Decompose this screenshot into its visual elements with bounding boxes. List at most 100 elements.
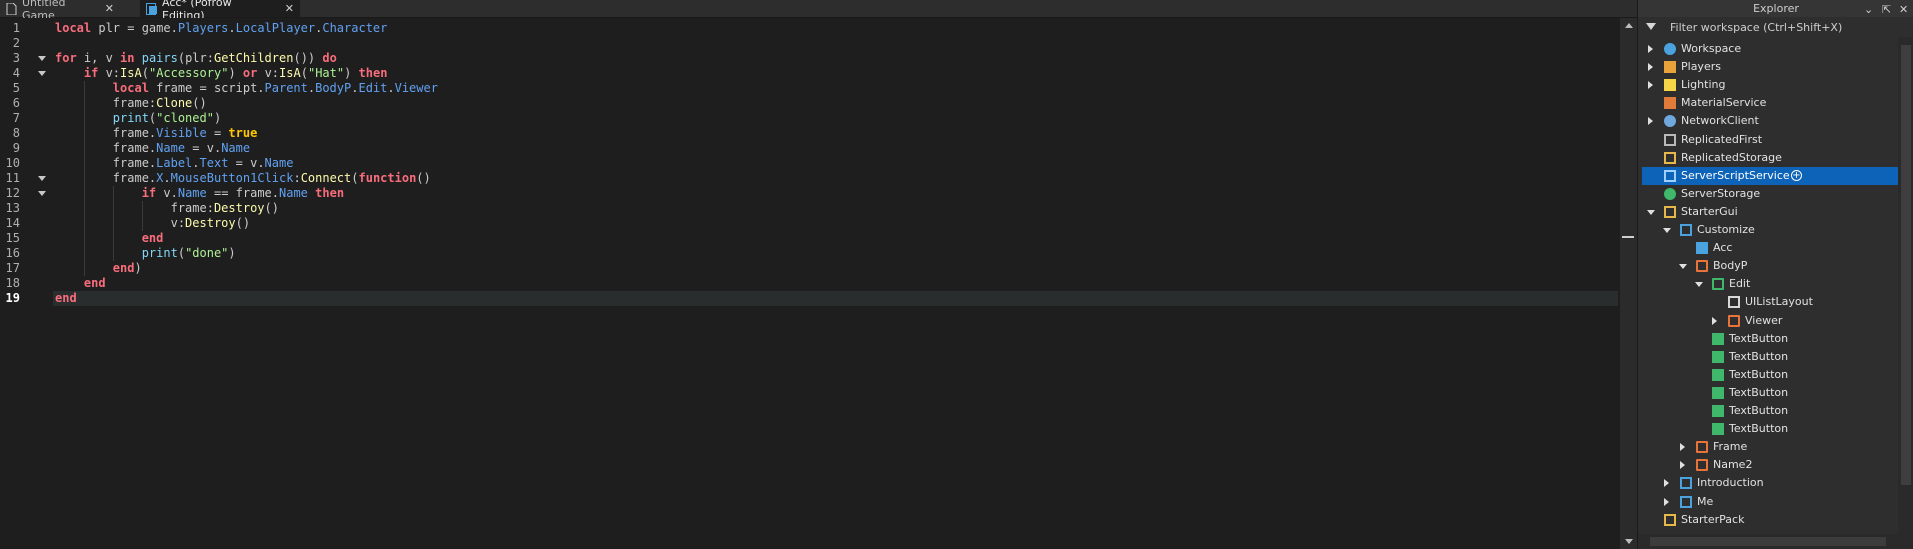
code-line[interactable]: local frame = script.Parent.BodyP.Edit.V…: [55, 81, 438, 96]
chevron-down-icon[interactable]: [1695, 282, 1703, 287]
explorer-item-label: ReplicatedStorage: [1681, 151, 1782, 164]
chevron-down-icon[interactable]: [1679, 264, 1687, 269]
code-line[interactable]: frame.X.MouseButton1Click:Connect(functi…: [55, 171, 431, 186]
chevron-right-icon[interactable]: [1648, 81, 1653, 89]
explorer-item-networkclient[interactable]: NetworkClient: [1638, 112, 1898, 130]
explorer-item-textbutton[interactable]: TextButton: [1638, 366, 1898, 384]
code-line[interactable]: frame.Label.Text = v.Name: [55, 156, 294, 171]
explorer-item-uilistlayout[interactable]: UIListLayout: [1638, 293, 1898, 311]
explorer-item-bodyp[interactable]: BodyP: [1638, 257, 1898, 275]
close-panel-icon[interactable]: ✕: [1899, 1, 1908, 18]
text-button-icon: [1712, 387, 1724, 399]
chevron-right-icon[interactable]: [1664, 479, 1669, 487]
script-icon: [146, 2, 157, 15]
code-token: (: [177, 246, 186, 260]
script-editor[interactable]: 1 2 3 4 5 6 7 8 9 10 11 12 13 14 15 16 17 18 19 local plr …: [0, 18, 1620, 549]
code-token: GetChildren: [213, 51, 294, 65]
explorer-item-textbutton[interactable]: TextButton: [1638, 348, 1898, 366]
explorer-item-name2[interactable]: Name2: [1638, 456, 1898, 474]
filter-input[interactable]: Filter workspace (Ctrl+Shift+X): [1670, 19, 1842, 37]
insert-object-icon[interactable]: +: [1791, 170, 1802, 181]
code-token: for: [55, 51, 77, 65]
fold-toggle-icon[interactable]: [38, 56, 46, 61]
explorer-item-textbutton[interactable]: TextButton: [1638, 420, 1898, 438]
scroll-thumb[interactable]: [1901, 45, 1911, 485]
code-line[interactable]: frame:Clone(): [55, 96, 207, 111]
code-line[interactable]: local plr = game.Players.LocalPlayer.Cha…: [55, 21, 387, 36]
chevron-right-icon[interactable]: [1664, 498, 1669, 506]
tab-untitled-game[interactable]: Untitled Game ✕: [0, 0, 120, 22]
chevron-right-icon[interactable]: [1680, 461, 1685, 469]
code-line[interactable]: if v:IsA("Accessory") or v:IsA("Hat") th…: [55, 66, 388, 81]
line-number: 10: [5, 156, 20, 170]
chevron-down-icon[interactable]: [1647, 210, 1655, 215]
code-line[interactable]: for i, v in pairs(plr:GetChildren()) do: [55, 51, 337, 66]
close-icon[interactable]: ✕: [105, 2, 114, 15]
explorer-item-edit[interactable]: Edit: [1638, 275, 1898, 293]
scroll-down-icon[interactable]: [1625, 539, 1633, 544]
tab-acc-script[interactable]: Acc* (Pofrow Editing) ✕: [140, 0, 300, 22]
collapse-panel-icon[interactable]: ⌄: [1864, 1, 1873, 18]
code-line[interactable]: end: [55, 231, 164, 246]
scroll-thumb[interactable]: [1650, 537, 1886, 546]
fold-toggle-icon[interactable]: [38, 176, 46, 181]
chevron-down-icon[interactable]: [1663, 228, 1671, 233]
code-line[interactable]: end): [55, 261, 142, 276]
explorer-scrollbar[interactable]: [1898, 37, 1913, 534]
explorer-item-introduction[interactable]: Introduction: [1638, 474, 1898, 492]
explorer-item-acc[interactable]: Acc: [1638, 239, 1898, 257]
code-token: end: [55, 291, 77, 305]
code-line[interactable]: v:Destroy(): [55, 216, 250, 231]
explorer-item-players[interactable]: Players: [1638, 58, 1898, 76]
code-line[interactable]: end: [55, 276, 106, 291]
explorer-item-starterpack[interactable]: StarterPack: [1638, 511, 1898, 529]
explorer-item-textbutton[interactable]: TextButton: [1638, 402, 1898, 420]
explorer-item-me[interactable]: Me: [1638, 493, 1898, 511]
close-icon[interactable]: ✕: [285, 2, 294, 15]
explorer-item-textbutton[interactable]: TextButton: [1638, 330, 1898, 348]
explorer-filter[interactable]: Filter workspace (Ctrl+Shift+X): [1638, 19, 1913, 37]
explorer-item-label: Players: [1681, 60, 1721, 73]
code-line[interactable]: print("done"): [55, 246, 236, 261]
code-line[interactable]: frame.Name = v.Name: [55, 141, 250, 156]
explorer-item-replicatedfirst[interactable]: ReplicatedFirst: [1638, 131, 1898, 149]
explorer-item-label: Frame: [1713, 440, 1748, 453]
explorer-item-workspace[interactable]: Workspace: [1638, 40, 1898, 58]
scroll-up-icon[interactable]: [1625, 23, 1633, 28]
explorer-horizontal-scrollbar[interactable]: [1638, 534, 1913, 549]
explorer-item-textbutton[interactable]: TextButton: [1638, 384, 1898, 402]
explorer-item-materialservice[interactable]: MaterialService: [1638, 94, 1898, 112]
chevron-right-icon[interactable]: [1680, 443, 1685, 451]
code-area[interactable]: local plr = game.Players.LocalPlayer.Cha…: [53, 18, 1620, 549]
explorer-item-customize[interactable]: Customize: [1638, 221, 1898, 239]
editor-scrollbar[interactable]: [1620, 18, 1637, 549]
code-line[interactable]: frame:Destroy(): [55, 201, 279, 216]
explorer-item-serverstorage[interactable]: ServerStorage: [1638, 185, 1898, 203]
current-line-highlight: [53, 291, 1618, 306]
chevron-right-icon[interactable]: [1648, 63, 1653, 71]
chevron-right-icon[interactable]: [1648, 45, 1653, 53]
line-number: 4: [12, 66, 20, 80]
code-line[interactable]: frame.Visible = true: [55, 126, 258, 141]
chevron-right-icon[interactable]: [1648, 117, 1653, 125]
code-token: ()): [293, 51, 323, 65]
explorer-item-serverscriptservice[interactable]: ServerScriptService +: [1642, 167, 1898, 185]
explorer-item-lighting[interactable]: Lighting: [1638, 76, 1898, 94]
code-token: BodyP: [315, 81, 352, 95]
explorer-item-replicatedstorage[interactable]: ReplicatedStorage: [1638, 149, 1898, 167]
explorer-item-viewer[interactable]: Viewer: [1638, 312, 1898, 330]
chevron-right-icon[interactable]: [1712, 317, 1717, 325]
code-line[interactable]: end: [55, 291, 77, 306]
material-service-icon: [1664, 97, 1676, 109]
fold-toggle-icon[interactable]: [38, 191, 46, 196]
fold-toggle-icon[interactable]: [38, 71, 46, 76]
explorer-item-startergui[interactable]: StarterGui: [1638, 203, 1898, 221]
explorer-item-frame[interactable]: Frame: [1638, 438, 1898, 456]
code-line[interactable]: if v.Name == frame.Name then: [55, 186, 344, 201]
code-line[interactable]: print("cloned"): [55, 111, 221, 126]
undock-panel-icon[interactable]: ⇱: [1882, 1, 1891, 18]
code-token: .: [192, 156, 200, 170]
explorer-panel: Explorer ⌄ ⇱ ✕ Filter workspace (Ctrl+Sh…: [1637, 0, 1913, 549]
players-icon: [1664, 61, 1676, 73]
